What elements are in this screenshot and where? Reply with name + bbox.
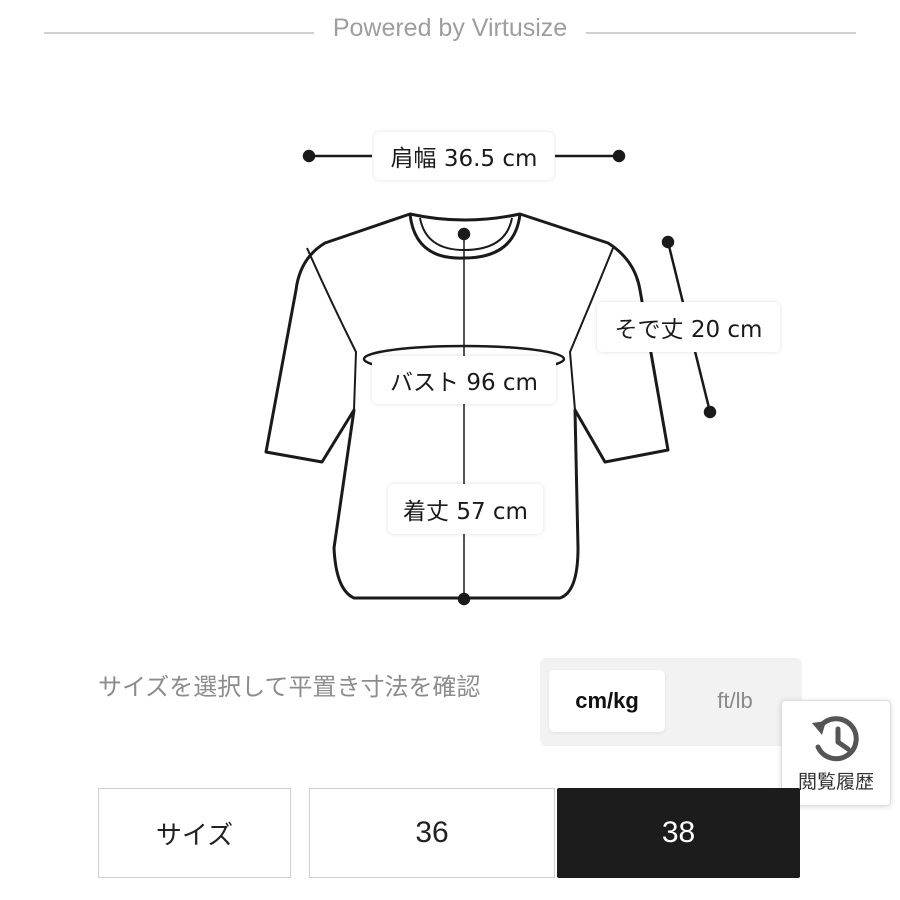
bust-label: バスト 96 cm: [372, 356, 556, 404]
size-instruction-text: サイズを選択して平置き寸法を確認: [98, 673, 481, 701]
length-endpoint-bottom: [457, 592, 471, 606]
shoulder-width-label: 肩幅 36.5 cm: [374, 132, 554, 180]
unit-option-imperial[interactable]: ft/lb: [677, 670, 793, 732]
size-option-38-selected[interactable]: 38: [557, 788, 800, 878]
unit-toggle: cm/kg ft/lb: [540, 658, 802, 746]
tshirt-outline: [264, 212, 670, 600]
sleeve-endpoint-bottom: [703, 405, 717, 419]
history-clock-icon: [812, 716, 859, 762]
sleeve-endpoint-top: [661, 235, 675, 249]
size-selector-label: サイズ: [98, 788, 291, 878]
length-endpoint-top: [457, 227, 471, 241]
body-length-label: 着丈 57 cm: [388, 484, 543, 534]
tshirt-body-outline: [264, 212, 670, 600]
unit-option-metric[interactable]: cm/kg: [549, 670, 665, 732]
sleeve-length-label: そで丈 20 cm: [597, 302, 780, 352]
shoulder-endpoint-left: [302, 149, 316, 163]
shoulder-endpoint-right: [612, 149, 626, 163]
left-sleeve-seam: [306, 247, 357, 411]
size-option-36[interactable]: 36: [309, 788, 555, 878]
